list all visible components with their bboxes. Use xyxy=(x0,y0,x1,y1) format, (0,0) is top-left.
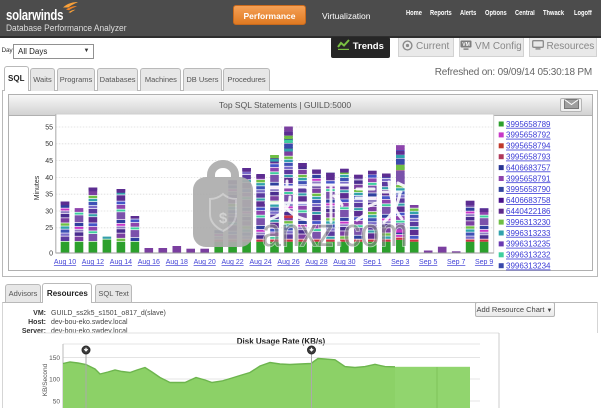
svg-text:anxz.com: anxz.com xyxy=(262,211,408,255)
svg-text:$: $ xyxy=(219,210,228,227)
